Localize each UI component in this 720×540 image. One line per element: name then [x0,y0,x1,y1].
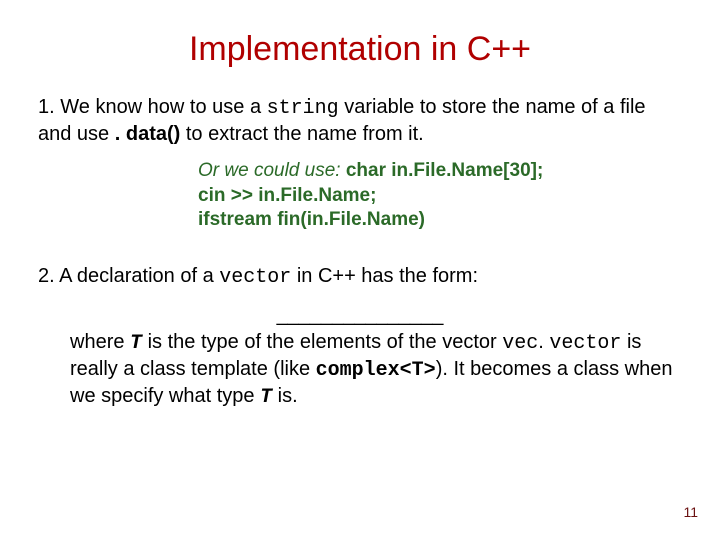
item-2-text-b: in C++ has the form: [291,265,478,287]
item-1-text-c: to extract the name from it. [180,123,423,145]
item-2: 2. A declaration of a vector in C++ has … [38,264,682,291]
where-complex: complex<T> [316,359,436,382]
where-vec: vec [502,332,538,355]
page-number: 11 [683,504,698,520]
code-string: string [267,97,339,120]
slide-title: Implementation in C++ [38,30,682,69]
item-2-number: 2. [38,265,55,287]
where-vector: vector [549,332,621,355]
item-1: 1. We know how to use a string variable … [38,95,682,147]
code-data: . data() [115,123,181,145]
green-line-1a: Or we could use: [198,160,346,181]
blank-line: _______________ [38,303,682,329]
green-line-3: ifstream fin(in.File.Name) [198,208,682,232]
slide: Implementation in C++ 1. We know how to … [0,0,720,540]
item-1-text-a: We know how to use a [55,96,267,118]
item-2-text-a: A declaration of a [55,265,220,287]
where-b: is the type of the elements of the vecto… [142,331,502,353]
where-T2: T [260,386,272,409]
where-c: . [538,331,549,353]
green-line-2: cin >> in.File.Name; [198,184,682,208]
where-block: where T is the type of the elements of t… [70,330,682,410]
item-1-number: 1. [38,96,55,118]
where-a: where [70,331,130,353]
green-line-1: Or we could use: char in.File.Name[30]; [198,159,682,183]
where-T1: T [130,332,142,355]
green-note: Or we could use: char in.File.Name[30]; … [198,159,682,232]
code-vector: vector [219,266,291,289]
where-f: is. [272,385,298,407]
slide-body: 1. We know how to use a string variable … [38,95,682,410]
green-line-1b: char in.File.Name[30]; [346,160,543,181]
